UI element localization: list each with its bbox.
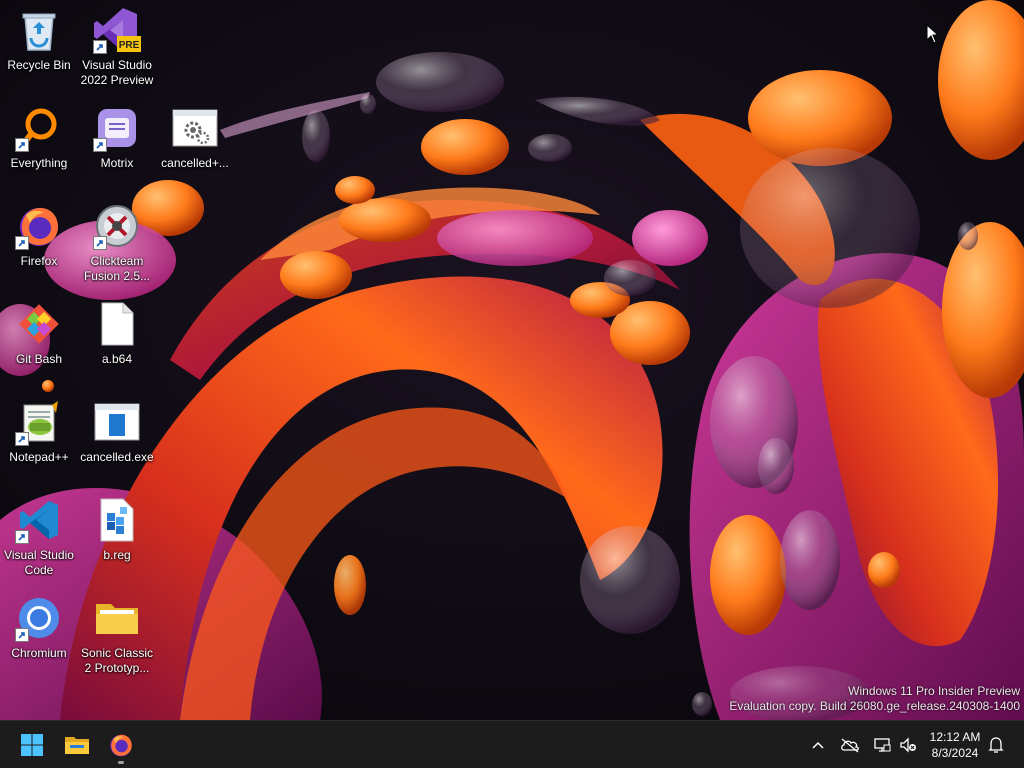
firefox-taskbar-button[interactable] (101, 725, 141, 765)
desktop-icon-label: Recycle Bin (7, 58, 71, 72)
desktop-icon-cancelled-plus[interactable]: cancelled+... (157, 100, 233, 192)
file-explorer-button[interactable] (57, 725, 97, 765)
watermark-edition: Windows 11 Pro Insider Preview (848, 684, 1020, 698)
desktop-icon-motrix[interactable]: Motrix (79, 100, 155, 192)
git-bash-icon (15, 300, 63, 348)
shortcut-arrow-icon (93, 236, 107, 250)
desktop-icon-clickteam-fusion[interactable]: Clickteam Fusion 2.5... (79, 198, 155, 290)
visual-studio-preview-icon: PRE (93, 6, 141, 54)
vscode-icon (15, 496, 63, 544)
watermark-build: Evaluation copy. Build 26080.ge_release.… (729, 699, 1020, 713)
desktop-icon-label: Chromium (11, 646, 67, 660)
desktop-icon-recycle-bin[interactable]: Recycle Bin (1, 2, 77, 94)
folder-icon (65, 737, 89, 754)
desktop-icon-firefox[interactable]: Firefox (1, 198, 77, 290)
bell-icon (988, 737, 1004, 753)
blank-file-icon (93, 300, 141, 348)
settings-file-icon (171, 104, 219, 152)
desktop-icon-label: b.reg (103, 548, 131, 562)
shortcut-arrow-icon (15, 236, 29, 250)
clock-time: 12:12 AM (929, 730, 981, 744)
shortcut-arrow-icon (15, 530, 29, 544)
preview-badge-text: PRE (119, 40, 140, 51)
recycle-bin-icon (15, 6, 63, 54)
desktop-icon-label: Visual Studio 2022 Preview (80, 58, 154, 87)
chevron-up-icon (812, 741, 824, 749)
notifications-button[interactable] (984, 733, 1008, 757)
motrix-icon (93, 104, 141, 152)
desktop-icon-label: Firefox (20, 254, 58, 268)
folder-icon (93, 594, 141, 642)
volume-status[interactable] (896, 733, 920, 757)
desktop-icon-chromium[interactable]: Chromium (1, 590, 77, 682)
desktop-icon-everything[interactable]: Everything (1, 100, 77, 192)
desktop-icon-label: cancelled+... (161, 156, 229, 170)
start-button[interactable] (12, 725, 52, 765)
notepad-plus-plus-icon (15, 398, 63, 446)
shortcut-arrow-icon (15, 432, 29, 446)
desktop-icon-git-bash[interactable]: Git Bash (1, 296, 77, 388)
clock-date: 8/3/2024 (931, 746, 979, 760)
network-status[interactable] (870, 733, 894, 757)
firefox-icon (110, 734, 132, 757)
desktop-icon-label: Motrix (100, 156, 134, 170)
desktop-icon-notepad-plus-plus[interactable]: Notepad++ (1, 394, 77, 486)
windows-build-watermark: Windows 11 Pro Insider Preview Evaluatio… (729, 684, 1020, 714)
desktop-icon-sonic-classic[interactable]: Sonic Classic 2 Prototyp... (79, 590, 155, 682)
registry-file-icon (93, 496, 141, 544)
desktop-icon-a-b64[interactable]: a.b64 (79, 296, 155, 388)
network-icon (874, 738, 891, 752)
desktop-icon-label: cancelled.exe (80, 450, 154, 464)
shortcut-arrow-icon (15, 138, 29, 152)
taskbar: 12:12 AM 8/3/2024 (0, 720, 1024, 768)
desktop-icon-label: Sonic Classic 2 Prototyp... (80, 646, 154, 675)
desktop-icon-label: Visual Studio Code (4, 548, 74, 577)
windows-logo-icon (21, 734, 43, 756)
shortcut-arrow-icon (93, 40, 107, 54)
desktop-icon-visual-studio-2022-preview[interactable]: PRE Visual Studio 2022 Preview (79, 2, 155, 94)
desktop-icon-cancelled-exe[interactable]: cancelled.exe (79, 394, 155, 486)
show-hidden-icons-button[interactable] (806, 733, 830, 757)
exe-window-icon (93, 398, 141, 446)
desktop-icon-visual-studio-code[interactable]: Visual Studio Code (1, 492, 77, 584)
desktop-icon-label: Clickteam Fusion 2.5... (83, 254, 151, 283)
shortcut-arrow-icon (93, 138, 107, 152)
everything-search-icon (15, 104, 63, 152)
desktop-icon-label: Notepad++ (9, 450, 69, 464)
mouse-pointer-icon (926, 23, 940, 49)
speaker-muted-icon (900, 737, 916, 753)
clickteam-fusion-icon (93, 202, 141, 250)
desktop-icon-label: Everything (10, 156, 68, 170)
desktop-icon-label: a.b64 (101, 352, 133, 366)
shortcut-arrow-icon (15, 628, 29, 642)
system-clock[interactable]: 12:12 AM 8/3/2024 (922, 729, 988, 761)
firefox-icon (15, 202, 63, 250)
cloud-offline-icon (841, 738, 859, 753)
onedrive-status[interactable] (838, 733, 862, 757)
desktop-icon-label: Git Bash (15, 352, 63, 366)
desktop-icon-b-reg[interactable]: b.reg (79, 492, 155, 584)
chromium-icon (15, 594, 63, 642)
